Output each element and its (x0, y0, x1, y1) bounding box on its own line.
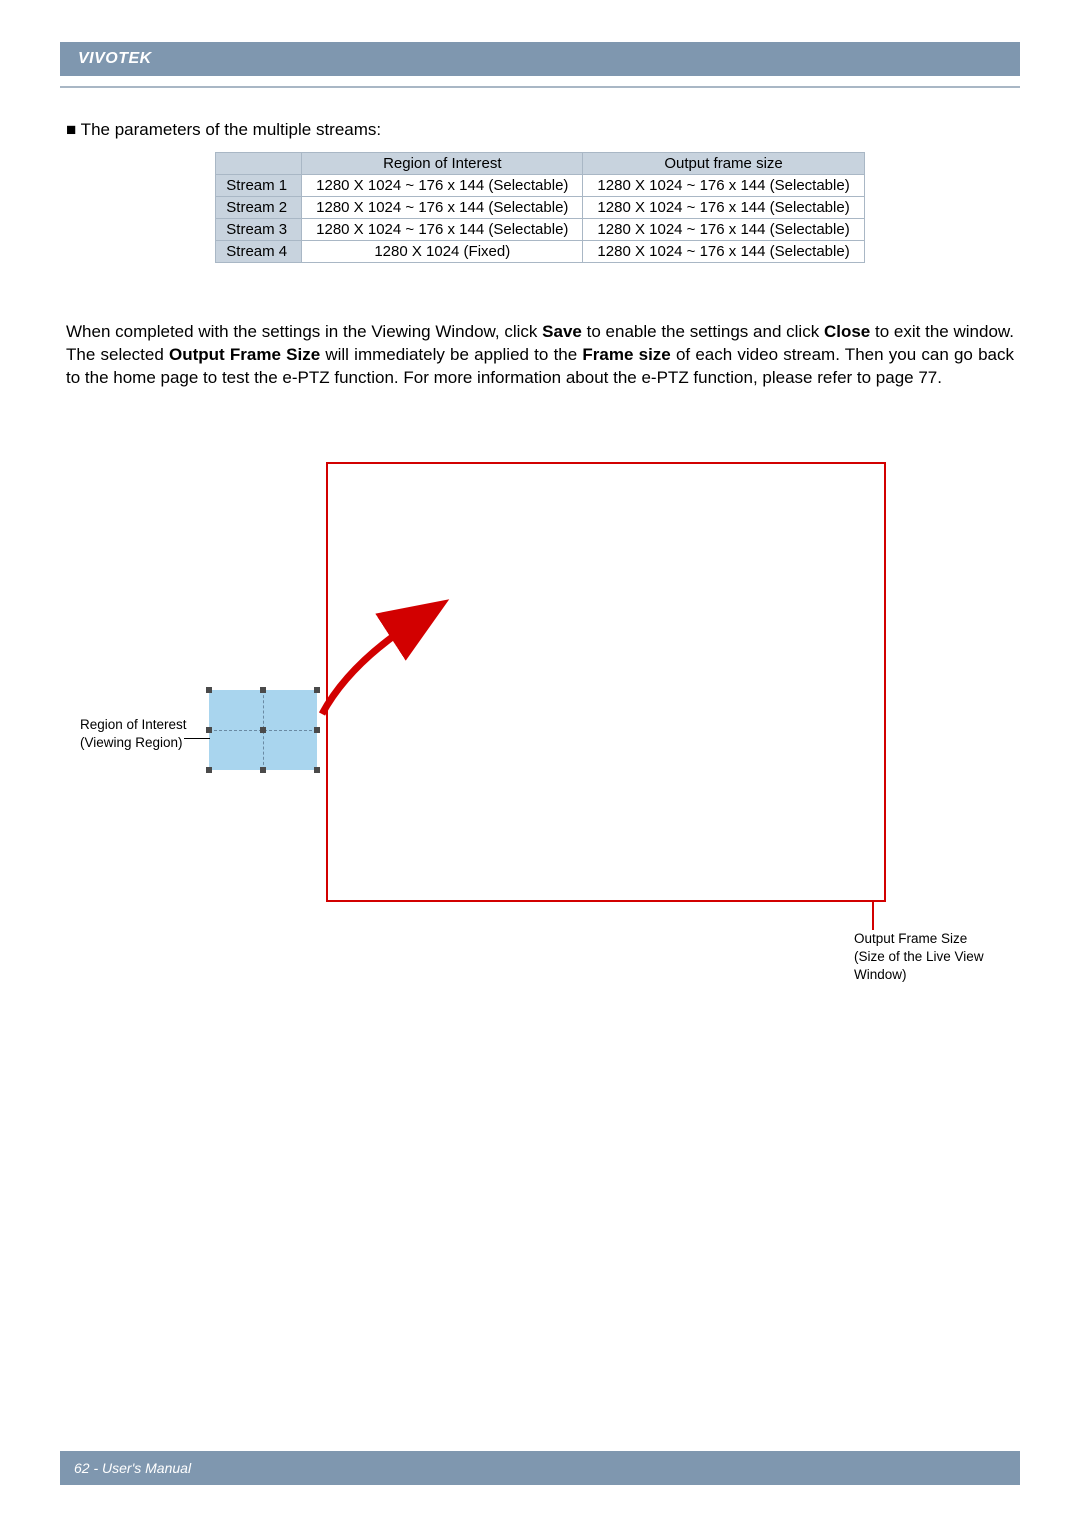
header-divider (60, 78, 1020, 88)
table-row: Stream 2 1280 X 1024 ~ 176 x 144 (Select… (216, 197, 864, 219)
arrow-icon (304, 614, 454, 722)
table-row: Stream 3 1280 X 1024 ~ 176 x 144 (Select… (216, 219, 864, 241)
row-roi: 1280 X 1024 (Fixed) (302, 241, 583, 263)
row-roi: 1280 X 1024 ~ 176 x 144 (Selectable) (302, 197, 583, 219)
table-row: Stream 1 1280 X 1024 ~ 176 x 144 (Select… (216, 175, 864, 197)
roi-handle (206, 727, 212, 733)
header-band: VIVOTEK (60, 42, 1020, 76)
roi-handle (260, 687, 266, 693)
brand-text: VIVOTEK (60, 50, 152, 68)
row-name: Stream 3 (216, 219, 302, 241)
roi-center-handle (260, 727, 266, 733)
para-text: will immediately be applied to the (320, 345, 582, 364)
row-roi: 1280 X 1024 ~ 176 x 144 (Selectable) (302, 219, 583, 241)
footer-band: 62 - User's Manual (60, 1451, 1020, 1485)
table-header-blank (216, 153, 302, 175)
diagram-area: Output Frame Size (Size of the Live View… (66, 462, 1026, 1002)
output-frame-label-line1: Output Frame Size (854, 931, 967, 946)
row-name: Stream 2 (216, 197, 302, 219)
section-bullet: ■ The parameters of the multiple streams… (66, 120, 1014, 140)
document-page: VIVOTEK ■ The parameters of the multiple… (0, 0, 1080, 1527)
row-roi: 1280 X 1024 ~ 176 x 144 (Selectable) (302, 175, 583, 197)
roi-handle (314, 767, 320, 773)
row-ofs: 1280 X 1024 ~ 176 x 144 (Selectable) (583, 197, 864, 219)
row-ofs: 1280 X 1024 ~ 176 x 144 (Selectable) (583, 241, 864, 263)
roi-selection-box (209, 690, 317, 770)
para-bold-save: Save (542, 322, 582, 341)
table-row: Stream 4 1280 X 1024 (Fixed) 1280 X 1024… (216, 241, 864, 263)
para-text: When completed with the settings in the … (66, 322, 542, 341)
row-name: Stream 1 (216, 175, 302, 197)
row-name: Stream 4 (216, 241, 302, 263)
roi-handle (314, 727, 320, 733)
para-bold-ofs: Output Frame Size (169, 345, 320, 364)
para-text: to enable the settings and click (582, 322, 824, 341)
table-header-roi: Region of Interest (302, 153, 583, 175)
roi-label-connector (184, 738, 210, 739)
output-frame-label-line2: (Size of the Live View Window) (854, 949, 984, 982)
stream-parameters-table: Region of Interest Output frame size Str… (215, 152, 864, 263)
para-bold-framesize: Frame size (582, 345, 670, 364)
table-header-ofs: Output frame size (583, 153, 864, 175)
page-content: ■ The parameters of the multiple streams… (66, 120, 1014, 390)
footer-text: 62 - User's Manual (60, 1460, 191, 1476)
roi-handle (206, 767, 212, 773)
para-bold-close: Close (824, 322, 870, 341)
body-paragraph: When completed with the settings in the … (66, 321, 1014, 390)
row-ofs: 1280 X 1024 ~ 176 x 144 (Selectable) (583, 175, 864, 197)
row-ofs: 1280 X 1024 ~ 176 x 144 (Selectable) (583, 219, 864, 241)
roi-label: Region of Interest (Viewing Region) (80, 716, 187, 752)
roi-handle (206, 687, 212, 693)
roi-label-line1: Region of Interest (80, 717, 187, 732)
output-frame-label: Output Frame Size (Size of the Live View… (854, 930, 1026, 985)
table-header-row: Region of Interest Output frame size (216, 153, 864, 175)
roi-label-line2: (Viewing Region) (80, 735, 183, 750)
roi-handle (260, 767, 266, 773)
output-frame-tick (326, 902, 886, 932)
